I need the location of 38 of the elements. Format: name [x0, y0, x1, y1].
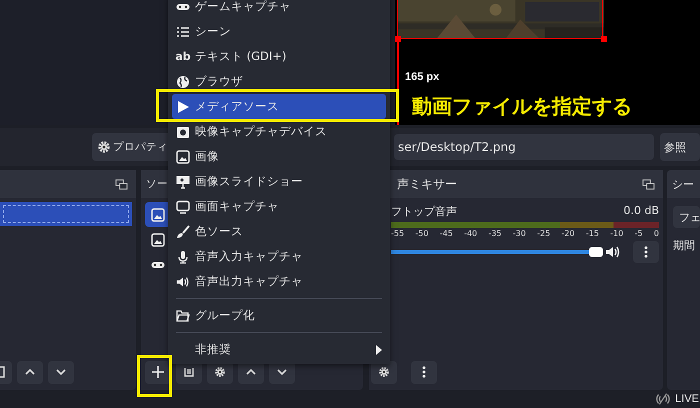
scale-label: -5	[634, 229, 643, 238]
browse-button[interactable]: 参照	[660, 133, 700, 161]
scale-label: -50	[415, 229, 428, 238]
menu-item[interactable]: 画面キャプチャ	[172, 194, 386, 219]
scale-label: -40	[464, 229, 478, 238]
panel-title: 声ミキサー	[397, 176, 457, 192]
live-status: LIVE	[675, 393, 699, 405]
scale-label: -30	[512, 229, 526, 238]
menu-item[interactable]: ゲームキャプチャ	[172, 0, 386, 19]
menu-item[interactable]: シーン	[172, 19, 386, 44]
menu-item[interactable]: ab テキスト (GDI+)	[172, 44, 386, 69]
menu-item[interactable]: 音声入力キャプチャ	[172, 244, 386, 269]
duration-label: 期間	[673, 238, 696, 253]
menu-item[interactable]: ブラウザ	[172, 69, 386, 94]
scale-label: -20	[562, 229, 575, 238]
path-field[interactable]: ser/Desktop/T2.png	[394, 134, 654, 160]
scale-label: -55	[391, 229, 404, 238]
scale-label: -25	[537, 229, 550, 238]
panel-title: シー	[672, 176, 694, 192]
scale-label: -45	[440, 229, 453, 238]
measure-label: 165 px	[405, 71, 440, 83]
scale-label: -10	[610, 229, 624, 238]
scale-label: -35	[488, 229, 502, 238]
menu-item[interactable]: グループ化	[172, 303, 386, 328]
menu-item[interactable]: メディアソース	[172, 94, 386, 119]
menu-item[interactable]: 映像キャプチャデバイス	[172, 119, 386, 144]
channel-name: フトップ音声	[391, 204, 457, 219]
menu-item[interactable]: 色ソース	[172, 219, 386, 244]
scale-label: -15	[586, 229, 599, 238]
transition-dropdown[interactable]: フェ	[673, 206, 700, 228]
menu-item[interactable]: 画像	[172, 144, 386, 169]
volume-reading: 0.0 dB	[623, 204, 659, 219]
scale-label: 0	[654, 229, 659, 238]
annotation-text: 動画ファイルを指定する	[412, 93, 632, 120]
menu-item[interactable]: 画像スライドショー	[172, 169, 386, 194]
panel-title: ソー	[146, 177, 168, 191]
menu-item[interactable]: 非推奨	[172, 337, 386, 362]
menu-item[interactable]: 音声出力キャプチャ	[172, 269, 386, 294]
